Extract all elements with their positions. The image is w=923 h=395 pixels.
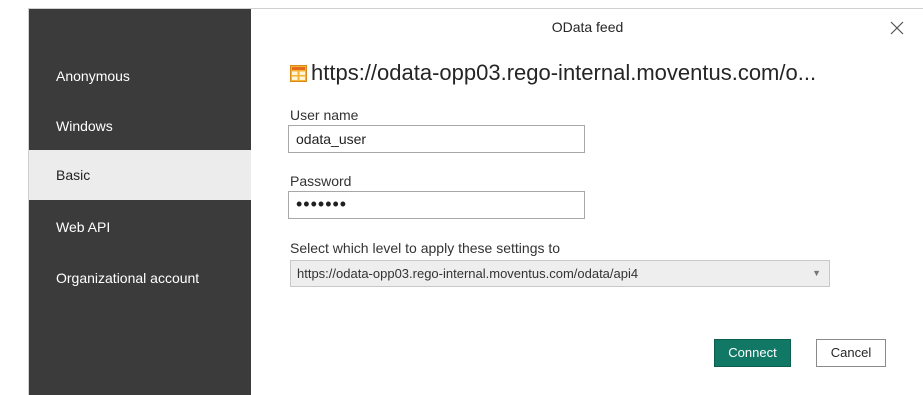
- password-label: Password: [290, 173, 352, 189]
- sidebar-item-windows[interactable]: Windows: [29, 101, 251, 151]
- level-select[interactable]: https://odata-opp03.rego-internal.movent…: [290, 260, 830, 287]
- username-label: User name: [290, 107, 359, 123]
- chevron-down-icon: ▼: [812, 268, 821, 278]
- feed-url-text: https://odata-opp03.rego-internal.movent…: [311, 60, 817, 85]
- username-field[interactable]: odata_user: [288, 125, 585, 153]
- sidebar-item-anonymous[interactable]: Anonymous: [29, 51, 251, 101]
- odata-feed-dialog: Anonymous Windows Basic Web API Organiza…: [28, 8, 923, 395]
- dialog-title: OData feed: [551, 19, 624, 35]
- sidebar-item-organizational-account[interactable]: Organizational account: [29, 253, 251, 303]
- cancel-button[interactable]: Cancel: [816, 339, 886, 367]
- sidebar-item-web-api[interactable]: Web API: [29, 202, 251, 252]
- level-label: Select which level to apply these settin…: [290, 240, 561, 256]
- sidebar-item-basic[interactable]: Basic: [29, 150, 251, 200]
- password-field[interactable]: •••••••: [288, 191, 585, 219]
- odata-table-icon: [290, 64, 307, 82]
- level-select-value: https://odata-opp03.rego-internal.movent…: [297, 266, 639, 281]
- auth-sidebar: Anonymous Windows Basic Web API Organiza…: [29, 9, 251, 395]
- feed-url-row: https://odata-opp03.rego-internal.movent…: [290, 60, 816, 86]
- close-icon[interactable]: [886, 17, 908, 39]
- connect-button[interactable]: Connect: [714, 339, 791, 367]
